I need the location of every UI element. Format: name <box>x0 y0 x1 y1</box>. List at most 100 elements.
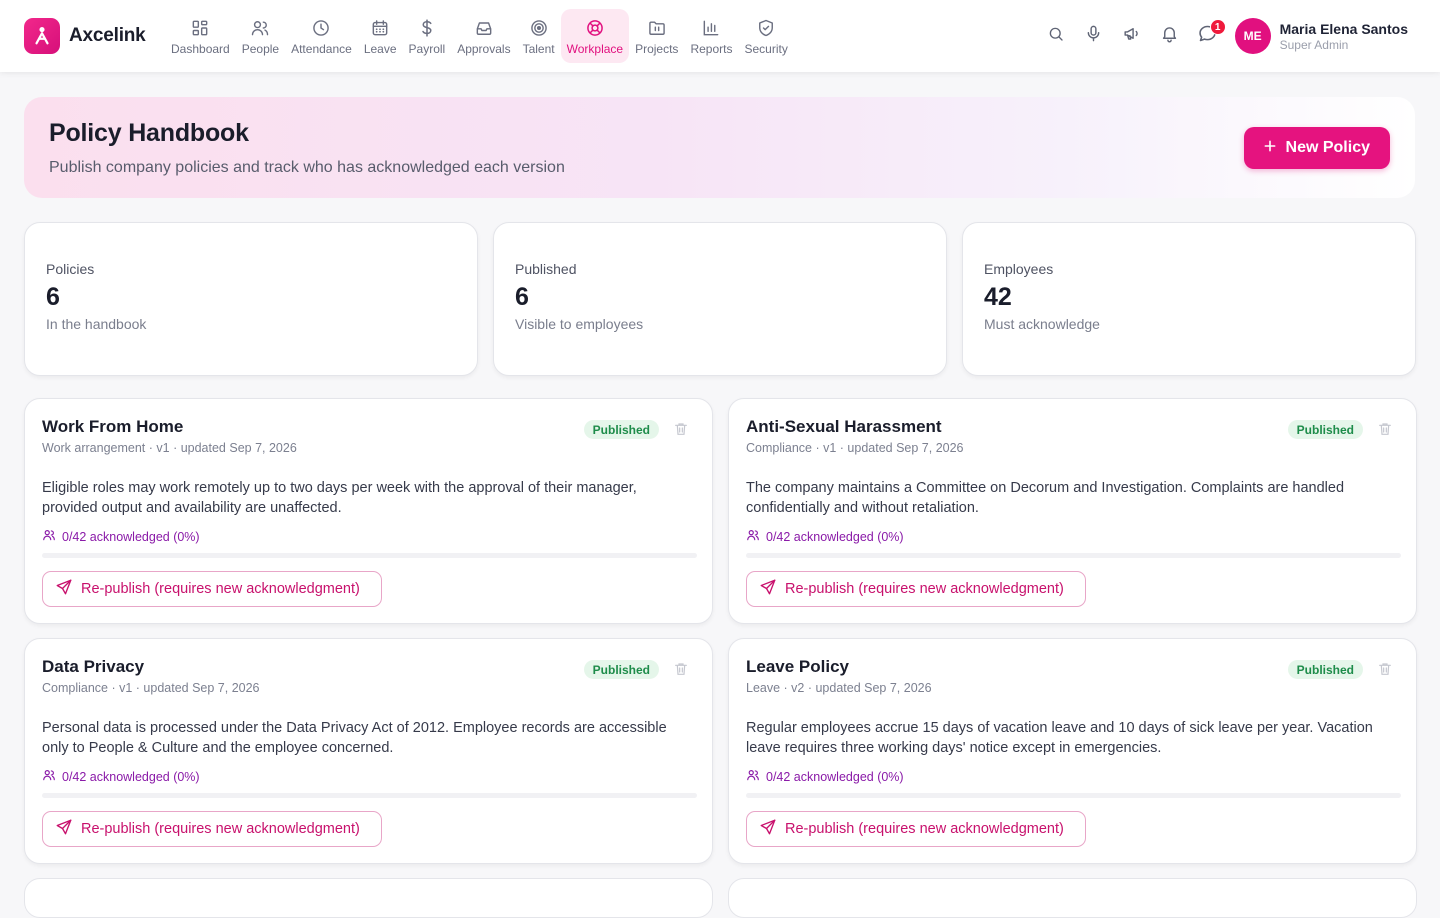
policy-card-data-privacy: Data Privacy Compliance · v1 · updated S… <box>24 638 713 864</box>
microphone-icon <box>1084 24 1103 48</box>
republish-button[interactable]: Re-publish (requires new acknowledgment) <box>42 811 382 847</box>
nav-item-projects[interactable]: Projects <box>629 9 684 63</box>
policy-meta: Compliance · v1 · updated Sep 7, 2026 <box>42 681 260 695</box>
delete-policy-button[interactable] <box>1377 421 1393 437</box>
acknowledgment-progress <box>42 793 697 798</box>
stat-value: 6 <box>46 283 60 311</box>
delete-policy-button[interactable] <box>673 661 689 677</box>
policy-card <box>728 878 1417 918</box>
nav-item-leave[interactable]: Leave <box>358 9 403 63</box>
users-icon <box>42 768 56 785</box>
notifications-button[interactable] <box>1151 17 1189 55</box>
stat-label: Published <box>515 261 577 277</box>
acknowledgment-text: 0/42 acknowledged (0%) <box>62 529 200 544</box>
send-icon <box>55 578 73 600</box>
acknowledgment-status: 0/42 acknowledged (0%) <box>746 528 1399 545</box>
dashboard-icon <box>189 17 211 39</box>
page-subtitle: Publish company policies and track who h… <box>49 159 565 176</box>
plus-icon <box>1262 138 1278 159</box>
brand-logo-icon <box>24 18 60 54</box>
policy-body: The company maintains a Committee on Dec… <box>746 480 1345 516</box>
nav-label: Attendance <box>291 41 352 56</box>
republish-label: Re-publish (requires new acknowledgment) <box>81 581 360 597</box>
send-icon <box>55 818 73 840</box>
shield-icon <box>755 17 777 39</box>
acknowledgment-text: 0/42 acknowledged (0%) <box>766 529 904 544</box>
target-icon <box>528 17 550 39</box>
trash-icon <box>675 423 687 435</box>
calendar-icon <box>369 17 391 39</box>
delete-policy-button[interactable] <box>673 421 689 437</box>
bar-chart-icon <box>700 17 722 39</box>
delete-policy-button[interactable] <box>1377 661 1393 677</box>
nav-label: Approvals <box>457 41 511 56</box>
status-badge: Published <box>1287 660 1363 679</box>
send-icon <box>759 578 777 600</box>
inbox-icon <box>473 17 495 39</box>
notification-count-badge: 1 <box>1209 19 1226 35</box>
messages-button[interactable]: 1 <box>1189 17 1227 55</box>
nav-item-payroll[interactable]: Payroll <box>403 9 452 63</box>
policy-card <box>24 878 713 918</box>
clock-icon <box>310 17 332 39</box>
lifebuoy-icon <box>584 17 606 39</box>
policy-body: Personal data is processed under the Dat… <box>42 720 667 756</box>
acknowledgment-text: 0/42 acknowledged (0%) <box>62 769 200 784</box>
nav-item-dashboard[interactable]: Dashboard <box>165 9 236 63</box>
acknowledgment-progress <box>42 553 697 558</box>
nav-label: Projects <box>635 41 679 56</box>
users-icon <box>746 768 760 785</box>
folder-icon <box>646 17 668 39</box>
policy-meta: Leave · v2 · updated Sep 7, 2026 <box>746 681 932 695</box>
stat-value: 42 <box>984 283 1012 311</box>
acknowledgment-progress <box>746 793 1401 798</box>
brand-name: Axcelink <box>69 25 146 46</box>
acknowledgment-status: 0/42 acknowledged (0%) <box>42 528 695 545</box>
status-badge: Published <box>1287 420 1363 439</box>
nav-item-reports[interactable]: Reports <box>684 9 738 63</box>
acknowledgment-progress <box>746 553 1401 558</box>
republish-button[interactable]: Re-publish (requires new acknowledgment) <box>746 811 1086 847</box>
nav-label: Reports <box>690 41 733 56</box>
page-header: Policy Handbook Publish company policies… <box>24 97 1415 198</box>
republish-label: Re-publish (requires new acknowledgment) <box>785 821 1064 837</box>
policy-meta: Compliance · v1 · updated Sep 7, 2026 <box>746 441 964 455</box>
new-policy-button[interactable]: New Policy <box>1243 127 1390 169</box>
nav-item-workplace[interactable]: Workplace <box>560 9 630 63</box>
policy-card-leave-policy: Leave Policy Leave · v2 · updated Sep 7,… <box>728 638 1417 864</box>
nav-label: Workplace <box>566 41 624 56</box>
nav-item-approvals[interactable]: Approvals <box>451 9 516 63</box>
top-bar: Axcelink Dashboard People Attendance Lea… <box>0 0 1440 72</box>
policy-card-work-from-home: Work From Home Work arrangement · v1 · u… <box>24 398 713 624</box>
status-badge: Published <box>583 660 659 679</box>
republish-label: Re-publish (requires new acknowledgment) <box>785 581 1064 597</box>
people-icon <box>249 17 271 39</box>
republish-button[interactable]: Re-publish (requires new acknowledgment) <box>42 571 382 607</box>
nav-item-security[interactable]: Security <box>738 9 793 63</box>
announcements-button[interactable] <box>1113 17 1151 55</box>
stat-value: 6 <box>515 283 529 311</box>
republish-button[interactable]: Re-publish (requires new acknowledgment) <box>746 571 1086 607</box>
nav-item-people[interactable]: People <box>236 9 285 63</box>
brand[interactable]: Axcelink <box>24 18 146 54</box>
trash-icon <box>675 663 687 675</box>
nav-item-attendance[interactable]: Attendance <box>285 9 358 63</box>
nav-label: Payroll <box>408 41 446 56</box>
search-button[interactable] <box>1037 17 1075 55</box>
stat-caption: In the handbook <box>46 316 147 332</box>
acknowledgment-text: 0/42 acknowledged (0%) <box>766 769 904 784</box>
acknowledgment-status: 0/42 acknowledged (0%) <box>42 768 695 785</box>
new-policy-label: New Policy <box>1285 139 1370 156</box>
users-icon <box>42 528 56 545</box>
nav-label: Leave <box>363 41 397 56</box>
status-badge: Published <box>583 420 659 439</box>
stat-card-employees: Employees 42 Must acknowledge <box>962 222 1416 376</box>
main-nav: Dashboard People Attendance Leave Payrol… <box>165 9 794 63</box>
policy-body: Regular employees accrue 15 days of vaca… <box>746 720 1373 756</box>
voice-button[interactable] <box>1075 17 1113 55</box>
user-menu[interactable]: Maria Elena Santos Super Admin <box>1280 21 1408 52</box>
avatar[interactable]: ME <box>1234 18 1271 54</box>
nav-item-talent[interactable]: Talent <box>517 9 561 63</box>
page-title: Policy Handbook <box>49 119 249 147</box>
user-role: Super Admin <box>1279 37 1349 52</box>
